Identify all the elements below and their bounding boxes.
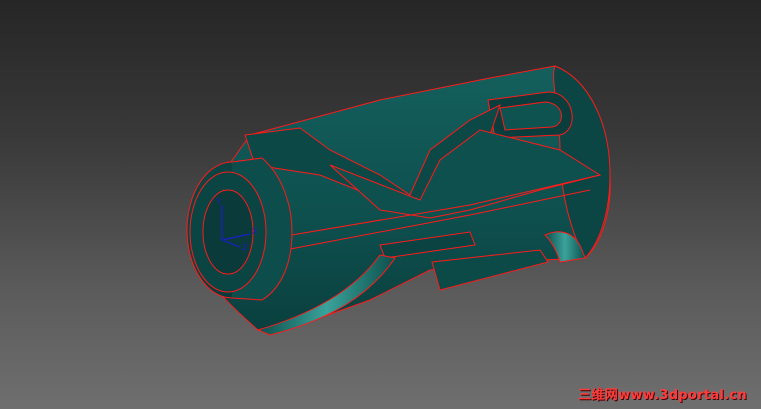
triad-y-label: Y	[215, 197, 221, 206]
triad-z-label: Z	[242, 243, 248, 252]
triad-x-label: X	[252, 227, 258, 236]
front-bore-hole[interactable]	[202, 189, 254, 275]
cad-viewport[interactable]: Y X Z 三维网www.3dportal.cn	[0, 0, 761, 409]
3d-part-model[interactable]: Y X Z	[0, 0, 761, 409]
site-watermark: 三维网www.3dportal.cn	[578, 388, 747, 403]
